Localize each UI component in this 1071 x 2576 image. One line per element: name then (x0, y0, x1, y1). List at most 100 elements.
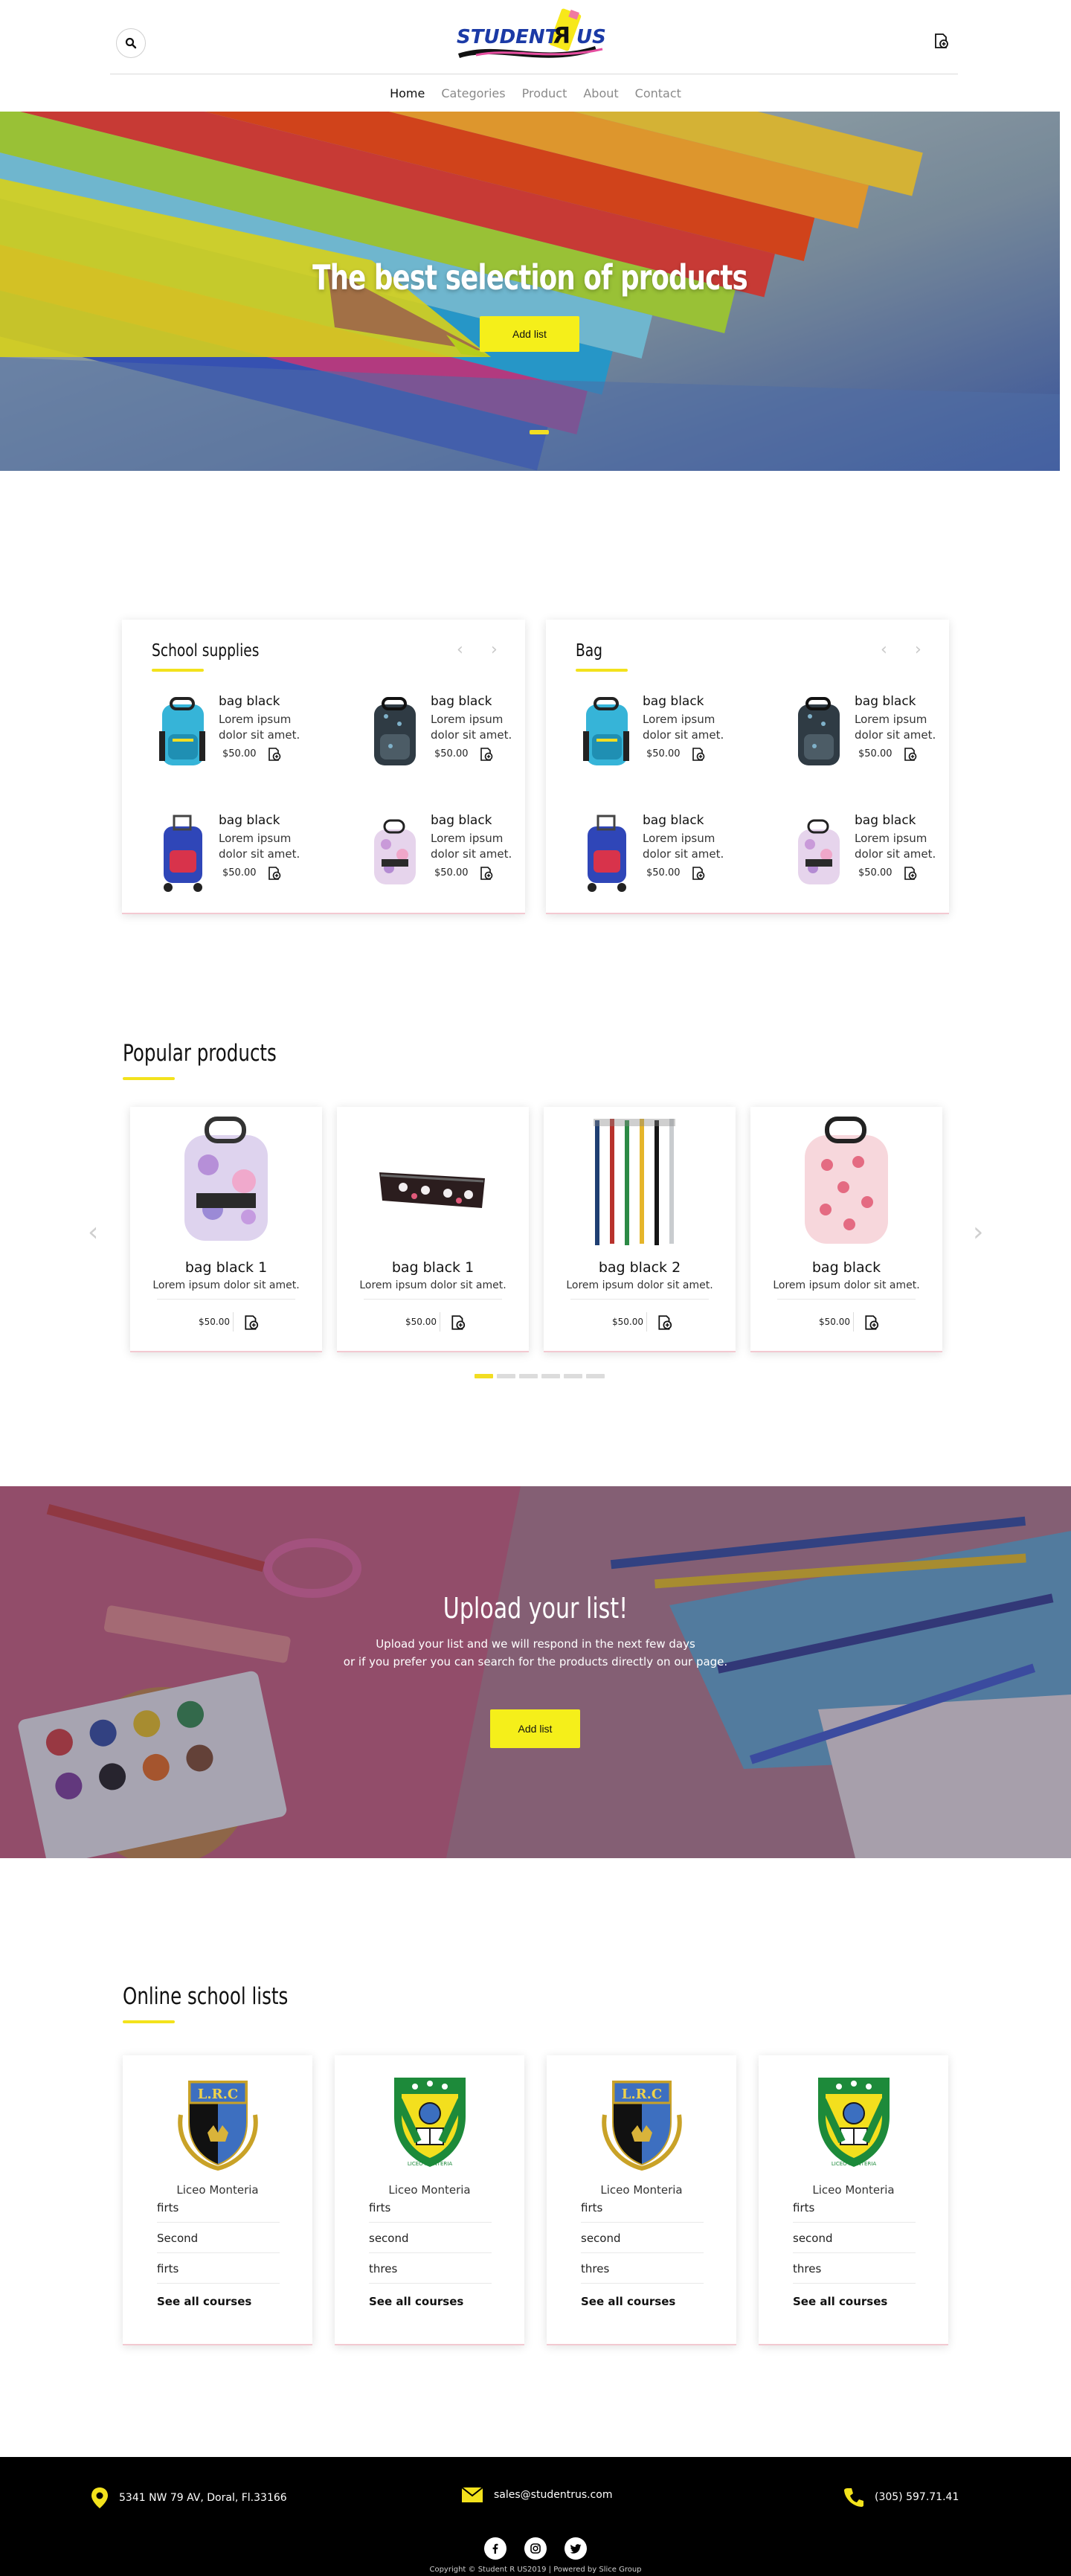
course-link[interactable]: thres (369, 2262, 492, 2284)
hero-add-list-button[interactable]: Add list (480, 316, 579, 352)
carousel-dot[interactable] (497, 1374, 515, 1378)
product-name: bag black (431, 813, 492, 828)
logo-text-left: STUDENT (457, 26, 560, 48)
product-item[interactable]: bag black Lorem ipsum dolor sit amet. $5… (788, 694, 974, 783)
logo[interactable]: STUDENT R US (454, 6, 617, 67)
twitter-icon[interactable] (565, 2537, 587, 2560)
carousel-dot[interactable] (541, 1374, 560, 1378)
carousel-dot[interactable] (475, 1374, 493, 1378)
course-link[interactable]: firts (157, 2262, 280, 2284)
nav-contact[interactable]: Contact (635, 86, 681, 100)
add-to-cart-icon[interactable] (903, 747, 918, 762)
chevron-right-icon[interactable]: › (915, 640, 922, 659)
footer-email[interactable]: sales@studentrus.com (461, 2487, 612, 2503)
product-item[interactable]: bag black Lorem ipsum dolor sit amet. $5… (788, 813, 974, 902)
divider (364, 1299, 502, 1300)
add-to-cart-icon[interactable] (479, 747, 494, 762)
add-to-cart-icon[interactable] (863, 1314, 880, 1331)
see-all-courses-link[interactable]: See all courses (369, 2295, 463, 2308)
add-to-cart-icon[interactable] (450, 1314, 466, 1331)
upload-text-line-1: Upload your list and we will respond in … (376, 1637, 695, 1651)
cart-button[interactable] (928, 28, 953, 54)
product-item[interactable]: bag black Lorem ipsum dolor sit amet. $5… (152, 694, 338, 783)
see-all-courses-link[interactable]: See all courses (581, 2295, 675, 2308)
nav-about[interactable]: About (583, 86, 618, 100)
course-link[interactable]: thres (581, 2262, 704, 2284)
search-button[interactable] (116, 28, 146, 58)
chevron-right-icon[interactable]: › (491, 640, 498, 659)
category-card-school-supplies: School supplies ‹ › bag black Lorem ipsu… (122, 620, 525, 914)
course-link[interactable]: firts (157, 2201, 280, 2223)
product-item[interactable]: bag black Lorem ipsum dolor sit amet. $5… (152, 813, 338, 902)
dark-backpack-image (798, 697, 840, 765)
product-price: $50.00 (405, 1317, 437, 1327)
popular-product-card[interactable]: bag black 1 Lorem ipsum dolor sit amet. … (130, 1107, 322, 1352)
cart-icon (935, 33, 948, 48)
add-to-cart-icon[interactable] (267, 747, 282, 762)
product-description: Lorem ipsum dolor sit amet. (359, 1279, 506, 1291)
product-item[interactable]: bag black Lorem ipsum dolor sit amet. $5… (364, 694, 550, 783)
add-to-cart-icon[interactable] (479, 866, 494, 881)
product-name: bag black (219, 813, 280, 828)
product-name: bag black (855, 694, 916, 709)
carousel-prev-icon[interactable]: ‹ (88, 1217, 98, 1247)
school-lists-title: Online school lists (123, 1983, 289, 2010)
add-to-cart-icon[interactable] (691, 747, 706, 762)
carousel-dot[interactable] (586, 1374, 605, 1378)
product-item[interactable]: bag black Lorem ipsum dolor sit amet. $5… (576, 813, 762, 902)
popular-product-card[interactable]: bag black 1 Lorem ipsum dolor sit amet. … (337, 1107, 529, 1352)
course-link[interactable]: firts (369, 2201, 492, 2223)
category-card-bag: Bag ‹ › bag black Lorem ipsum dolor sit … (546, 620, 949, 914)
product-price: $50.00 (858, 867, 892, 879)
add-to-cart-icon[interactable] (691, 866, 706, 881)
divider (646, 1312, 647, 1332)
carousel-dot[interactable] (564, 1374, 582, 1378)
product-description: Lorem ipsum dolor sit amet. (219, 713, 300, 742)
rolling-backpack-image (164, 815, 202, 892)
carousel-dot[interactable] (519, 1374, 538, 1378)
blue-backpack-image (583, 697, 629, 765)
add-to-cart-icon[interactable] (903, 866, 918, 881)
instagram-icon[interactable] (524, 2537, 547, 2560)
facebook-icon[interactable] (484, 2537, 506, 2560)
floral-backpack-image (374, 819, 416, 884)
course-link[interactable]: firts (793, 2201, 916, 2223)
carousel-indicator[interactable] (530, 430, 549, 434)
product-name: bag black (855, 813, 916, 828)
footer-phone[interactable]: (305) 597.71.41 (843, 2487, 959, 2508)
product-item[interactable]: bag black Lorem ipsum dolor sit amet. $5… (364, 813, 550, 902)
liceo-crest-icon: LICEO MONTERIA (394, 2078, 466, 2167)
course-link[interactable]: firts (581, 2201, 704, 2223)
product-item[interactable]: bag black Lorem ipsum dolor sit amet. $5… (576, 694, 762, 783)
main-nav: Home Categories Product About Contact (0, 77, 1071, 109)
product-description: Lorem ipsum dolor sit amet. (643, 713, 724, 742)
carousel-next-icon[interactable]: › (973, 1217, 983, 1247)
course-link[interactable]: second (581, 2232, 704, 2253)
pencil-case-image (379, 1172, 485, 1208)
product-description: Lorem ipsum dolor sit amet. (219, 832, 300, 861)
product-name: bag black 1 (184, 1259, 268, 1276)
course-link[interactable]: second (793, 2232, 916, 2253)
popular-product-card[interactable]: bag black 2 Lorem ipsum dolor sit amet. … (544, 1107, 736, 1352)
course-link[interactable]: thres (793, 2262, 916, 2284)
popular-product-card[interactable]: bag black Lorem ipsum dolor sit amet. $5… (750, 1107, 942, 1352)
product-description: Lorem ipsum dolor sit amet. (152, 1279, 300, 1291)
see-all-courses-link[interactable]: See all courses (157, 2295, 251, 2308)
course-link[interactable]: Second (157, 2232, 280, 2253)
nav-home[interactable]: Home (390, 86, 425, 100)
envelope-icon (461, 2487, 483, 2502)
school-name: Liceo Monteria (812, 2183, 895, 2197)
divider (777, 1299, 916, 1300)
see-all-courses-link[interactable]: See all courses (793, 2295, 887, 2308)
chevron-left-icon[interactable]: ‹ (457, 640, 463, 659)
course-link[interactable]: second (369, 2232, 492, 2253)
add-to-cart-icon[interactable] (267, 866, 282, 881)
add-to-cart-icon[interactable] (243, 1314, 260, 1331)
chevron-left-icon[interactable]: ‹ (881, 640, 887, 659)
nav-product[interactable]: Product (522, 86, 567, 100)
floral-backpack-image (798, 819, 840, 884)
add-to-cart-icon[interactable] (657, 1314, 673, 1331)
hero-banner: The best selection of products Add list (0, 112, 1060, 471)
upload-add-list-button[interactable]: Add list (490, 1709, 580, 1748)
nav-categories[interactable]: Categories (441, 86, 505, 100)
